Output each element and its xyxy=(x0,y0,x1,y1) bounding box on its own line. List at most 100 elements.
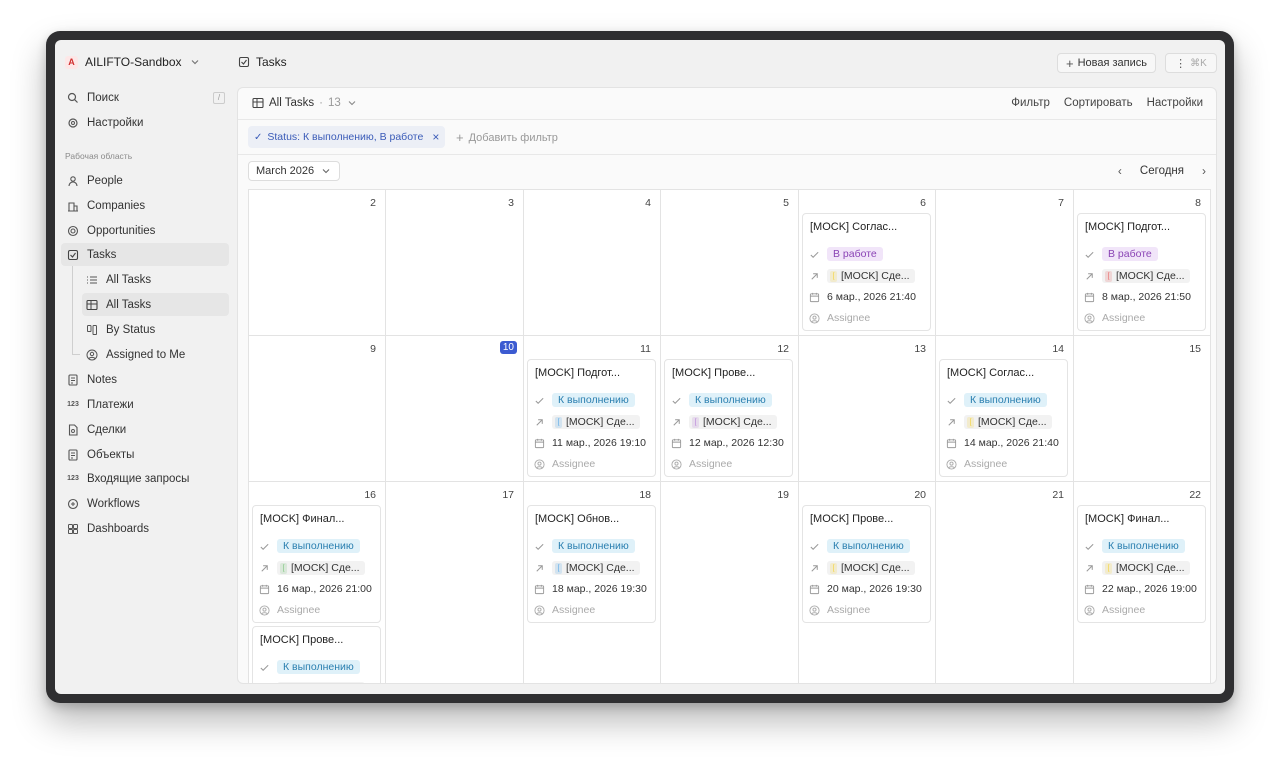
sidebar-settings-label: Настройки xyxy=(87,116,144,129)
calendar-day-cell[interactable]: 21 xyxy=(936,482,1074,683)
arrow-up-right-icon xyxy=(1084,271,1095,282)
calendar-day-cell[interactable]: 9 xyxy=(249,336,386,482)
sidebar-item-workflows[interactable]: Workflows xyxy=(61,492,229,515)
calendar-day-cell[interactable]: 11 [MOCK] Подгот... К выполнению [[MOCK] Сд… xyxy=(524,336,661,482)
status-badge[interactable]: К выполнению xyxy=(1102,539,1185,553)
task-card[interactable]: [MOCK] Обнов... К выполнению [[MOCK] Сде..… xyxy=(527,505,656,623)
workspace-switcher[interactable]: A AILIFTO-Sandbox xyxy=(65,55,201,69)
sidebar-item-opportunities[interactable]: Opportunities xyxy=(61,219,229,242)
chevron-down-icon xyxy=(189,56,201,68)
calendar-icon xyxy=(1084,584,1095,595)
status-badge[interactable]: К выполнению xyxy=(552,539,635,553)
task-card[interactable]: [MOCK] Финал... К выполнению [[MOCK] Сде..… xyxy=(252,505,381,623)
assignee-placeholder[interactable]: Assignee xyxy=(689,458,732,470)
close-icon[interactable]: × xyxy=(432,130,439,144)
sidebar-item-tasks[interactable]: Tasks xyxy=(61,243,229,266)
sidebar-view-assigned-to-me[interactable]: Assigned to Me xyxy=(82,343,229,366)
status-badge[interactable]: К выполнению xyxy=(277,660,360,674)
status-badge[interactable]: В работе xyxy=(827,247,883,261)
day-number: 13 xyxy=(914,343,926,355)
related-deal-chip[interactable]: [[MOCK] Сде... xyxy=(277,561,365,575)
related-deal-chip[interactable]: [[MOCK] Сде... xyxy=(689,415,777,429)
related-deal-chip[interactable]: [[MOCK] Сде... xyxy=(1102,561,1190,575)
status-badge[interactable]: К выполнению xyxy=(964,393,1047,407)
calendar-day-cell[interactable]: 6 [MOCK] Соглас... В работе [[MOCK] Сде... 6… xyxy=(799,190,936,336)
assignee-placeholder[interactable]: Assignee xyxy=(552,604,595,616)
day-number: 3 xyxy=(508,197,514,209)
sidebar-item-payments[interactable]: 123 Платежи xyxy=(61,393,229,416)
sidebar-view-by-status[interactable]: By Status xyxy=(82,318,229,341)
task-card[interactable]: [MOCK] Соглас... К выполнению [[MOCK] Сде.… xyxy=(939,359,1068,477)
calendar-day-cell[interactable]: 10 xyxy=(386,336,524,482)
assignee-placeholder[interactable]: Assignee xyxy=(964,458,1007,470)
status-badge[interactable]: К выполнению xyxy=(277,539,360,553)
task-card[interactable]: [MOCK] Финал... К выполнению [[MOCK] Сде..… xyxy=(1077,505,1206,623)
related-deal-chip[interactable]: [[MOCK] Сде... xyxy=(552,415,640,429)
assignee-placeholder[interactable]: Assignee xyxy=(277,604,320,616)
calendar-day-cell[interactable]: 22 [MOCK] Финал... К выполнению [[MOCK] Сде… xyxy=(1074,482,1211,683)
add-filter-button[interactable]: + Добавить фильтр xyxy=(456,130,558,145)
assignee-placeholder[interactable]: Assignee xyxy=(552,458,595,470)
calendar-day-cell[interactable]: 3 xyxy=(386,190,524,336)
sidebar-item-people[interactable]: People xyxy=(61,169,229,192)
view-options-button[interactable]: Настройки xyxy=(1147,97,1203,109)
calendar-day-cell[interactable]: 18 [MOCK] Обнов... К выполнению [[MOCK] Сде… xyxy=(524,482,661,683)
status-badge[interactable]: В работе xyxy=(1102,247,1158,261)
related-deal-chip[interactable]: [[MOCK] Сде... xyxy=(827,269,915,283)
new-record-button[interactable]: + Новая запись xyxy=(1057,53,1156,73)
sidebar-view-all-tasks-list[interactable]: All Tasks xyxy=(82,268,229,291)
assignee-placeholder[interactable]: Assignee xyxy=(827,604,870,616)
calendar-day-cell[interactable]: 2 xyxy=(249,190,386,336)
task-date-row: 6 мар., 2026 21:40 xyxy=(809,291,930,303)
status-badge[interactable]: К выполнению xyxy=(827,539,910,553)
chevron-left-icon[interactable]: ‹ xyxy=(1118,164,1122,178)
sidebar-item-dashboards[interactable]: Dashboards xyxy=(61,517,229,540)
related-deal-chip[interactable]: [[MOCK] Сде... xyxy=(827,561,915,575)
related-deal-chip[interactable]: [[MOCK] Сде... xyxy=(277,682,365,683)
sidebar-item-objects[interactable]: Объекты xyxy=(61,443,229,466)
calendar-day-cell[interactable]: 16 [MOCK] Финал... К выполнению [[MOCK] Сде… xyxy=(249,482,386,683)
assignee-placeholder[interactable]: Assignee xyxy=(1102,604,1145,616)
month-selector[interactable]: March 2026 xyxy=(248,161,341,181)
calendar-day-cell[interactable]: 7 xyxy=(936,190,1074,336)
sidebar-search[interactable]: Поиск / xyxy=(61,86,229,109)
related-deal-chip[interactable]: [[MOCK] Сде... xyxy=(552,561,640,575)
sidebar-settings[interactable]: Настройки xyxy=(61,111,229,134)
task-card[interactable]: [MOCK] Соглас... В работе [[MOCK] Сде... 6 … xyxy=(802,213,931,331)
assignee-placeholder[interactable]: Assignee xyxy=(827,312,870,324)
task-card[interactable]: [MOCK] Подгот... В работе [[MOCK] Сде... 8 … xyxy=(1077,213,1206,331)
calendar-day-cell[interactable]: 13 xyxy=(799,336,936,482)
calendar-day-cell[interactable]: 8 [MOCK] Подгот... В работе [[MOCK] Сде... 8… xyxy=(1074,190,1211,336)
user-circle-icon xyxy=(946,458,957,470)
calendar-day-cell[interactable]: 5 xyxy=(661,190,799,336)
calendar-day-cell[interactable]: 15 xyxy=(1074,336,1211,482)
more-options-button[interactable]: ⋮ ⌘K xyxy=(1165,53,1217,73)
related-deal-chip[interactable]: [[MOCK] Сде... xyxy=(1102,269,1190,283)
assignee-placeholder[interactable]: Assignee xyxy=(1102,312,1145,324)
today-button[interactable]: Сегодня xyxy=(1140,165,1184,177)
task-card[interactable]: [MOCK] Прове... К выполнению [[MOCK] Сде..… xyxy=(664,359,793,477)
calendar-day-cell[interactable]: 14 [MOCK] Соглас... К выполнению [[MOCK] Сд… xyxy=(936,336,1074,482)
calendar-day-cell[interactable]: 12 [MOCK] Прове... К выполнению [[MOCK] Сде… xyxy=(661,336,799,482)
sidebar-view-all-tasks-table[interactable]: All Tasks xyxy=(82,293,229,316)
task-card[interactable]: [MOCK] Подгот... К выполнению [[MOCK] Сде.… xyxy=(527,359,656,477)
task-due-date: 14 мар., 2026 21:40 xyxy=(964,437,1059,449)
task-card[interactable]: [MOCK] Прове... К выполнению [[MOCK] Сде..… xyxy=(252,626,381,683)
status-badge[interactable]: К выполнению xyxy=(552,393,635,407)
status-badge[interactable]: К выполнению xyxy=(689,393,772,407)
sidebar-item-notes[interactable]: Notes xyxy=(61,368,229,391)
status-filter-chip[interactable]: ✓ Status: К выполнению, В работе × xyxy=(248,126,446,148)
task-card[interactable]: [MOCK] Прове... К выполнению [[MOCK] Сде..… xyxy=(802,505,931,623)
filter-button[interactable]: Фильтр xyxy=(1011,97,1050,109)
sidebar-item-companies[interactable]: Companies xyxy=(61,194,229,217)
calendar-day-cell[interactable]: 19 xyxy=(661,482,799,683)
calendar-day-cell[interactable]: 20 [MOCK] Прове... К выполнению [[MOCK] Сде… xyxy=(799,482,936,683)
related-deal-chip[interactable]: [[MOCK] Сде... xyxy=(964,415,1052,429)
calendar-day-cell[interactable]: 17 xyxy=(386,482,524,683)
chevron-right-icon[interactable]: › xyxy=(1202,164,1206,178)
calendar-day-cell[interactable]: 4 xyxy=(524,190,661,336)
sidebar-item-incoming-requests[interactable]: 123 Входящие запросы xyxy=(61,467,229,490)
view-selector[interactable]: All Tasks · 13 xyxy=(252,97,358,109)
sort-button[interactable]: Сортировать xyxy=(1064,97,1133,109)
sidebar-item-deals[interactable]: Сделки xyxy=(61,418,229,441)
